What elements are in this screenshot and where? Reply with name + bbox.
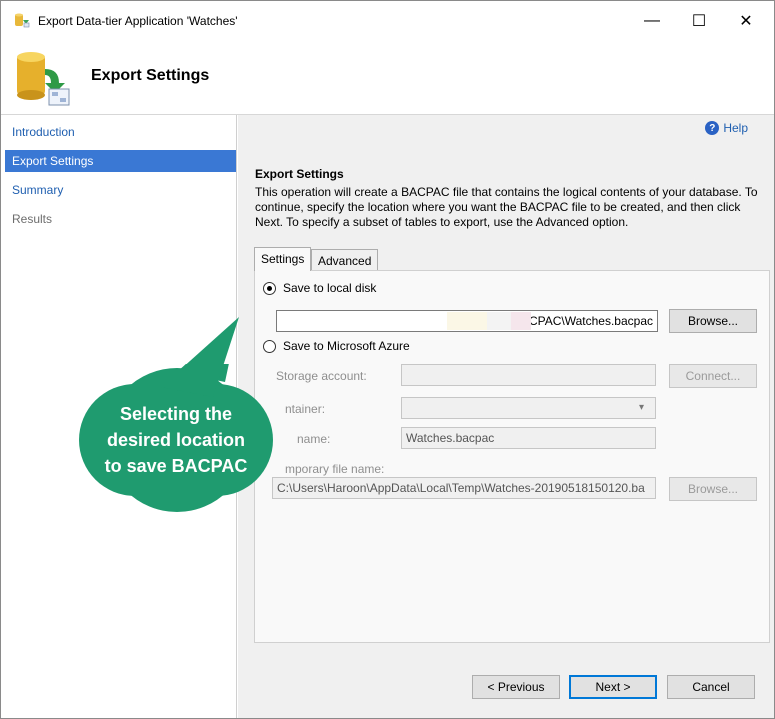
maximize-button[interactable]: ☐ xyxy=(676,7,722,35)
file-name-input: Watches.bacpac xyxy=(401,427,656,449)
save-azure-radio[interactable] xyxy=(263,340,276,353)
wizard-header: Export Settings xyxy=(1,41,774,115)
chevron-down-icon: ▾ xyxy=(639,402,645,413)
callout-line-3: to save BACPAC xyxy=(104,456,248,476)
section-description: This operation will create a BACPAC file… xyxy=(255,185,758,229)
container-select: ▾ xyxy=(401,397,656,419)
help-link[interactable]: ? Help xyxy=(705,121,748,135)
window-title: Export Data-tier Application 'Watches' xyxy=(38,14,238,28)
minimize-icon: — xyxy=(644,12,660,29)
sidebar-item-export-settings[interactable]: Export Settings xyxy=(5,150,236,172)
redacted-path-region xyxy=(511,312,531,330)
close-button[interactable]: ✕ xyxy=(723,7,769,35)
settings-tab-panel: Save to local disk \BACPAC\Watches.bacpa… xyxy=(254,270,770,643)
temporary-file-name-label: mporary file name: xyxy=(285,462,385,476)
dialog-window: Export Data-tier Application 'Watches' —… xyxy=(0,0,775,719)
callout-line-1: Selecting the xyxy=(119,404,233,424)
page-title: Export Settings xyxy=(91,67,210,84)
tab-settings[interactable]: Settings xyxy=(254,247,312,271)
title-bar: Export Data-tier Application 'Watches' —… xyxy=(1,1,774,41)
local-path-value: \BACPAC\Watches.bacpac xyxy=(509,314,653,328)
database-export-icon xyxy=(17,52,70,106)
sidebar-item-summary[interactable]: Summary xyxy=(5,179,236,201)
help-label: Help xyxy=(723,121,748,135)
close-icon: ✕ xyxy=(739,13,753,30)
local-path-input[interactable]: \BACPAC\Watches.bacpac xyxy=(276,310,658,332)
temporary-file-name-input: C:\Users\Haroon\AppData\Local\Temp\Watch… xyxy=(272,477,656,499)
app-icon xyxy=(15,13,30,28)
save-local-label: Save to local disk xyxy=(283,281,377,295)
callout-pointer xyxy=(161,317,239,397)
redacted-path-region xyxy=(447,312,487,330)
tab-advanced[interactable]: Advanced xyxy=(311,249,379,271)
help-icon: ? xyxy=(705,121,720,135)
file-name-label: name: xyxy=(297,432,331,446)
minimize-button[interactable]: — xyxy=(629,7,675,35)
wizard-content: ? Help Export Settings This operation wi… xyxy=(238,115,774,718)
previous-button[interactable]: < Previous xyxy=(472,675,560,699)
section-title: Export Settings xyxy=(255,167,344,181)
sidebar-item-results: Results xyxy=(12,212,53,226)
callout-line-2: desired location xyxy=(106,430,246,450)
container-label: ntainer: xyxy=(285,402,326,416)
maximize-icon: ☐ xyxy=(691,13,707,30)
sidebar-item-introduction[interactable]: Introduction xyxy=(5,121,236,143)
storage-account-label: Storage account: xyxy=(276,369,367,383)
cancel-button[interactable]: Cancel xyxy=(667,675,755,699)
save-azure-label: Save to Microsoft Azure xyxy=(283,339,410,353)
storage-account-input xyxy=(401,364,656,386)
redacted-path-region xyxy=(487,312,511,330)
callout-text: Selecting the desired location to save B… xyxy=(77,401,275,479)
browse-local-button[interactable]: Browse... xyxy=(669,309,757,333)
next-button[interactable]: Next > xyxy=(569,675,657,699)
save-local-radio[interactable] xyxy=(263,282,276,295)
connect-button: Connect... xyxy=(669,364,757,388)
browse-temp-button: Browse... xyxy=(669,477,757,501)
